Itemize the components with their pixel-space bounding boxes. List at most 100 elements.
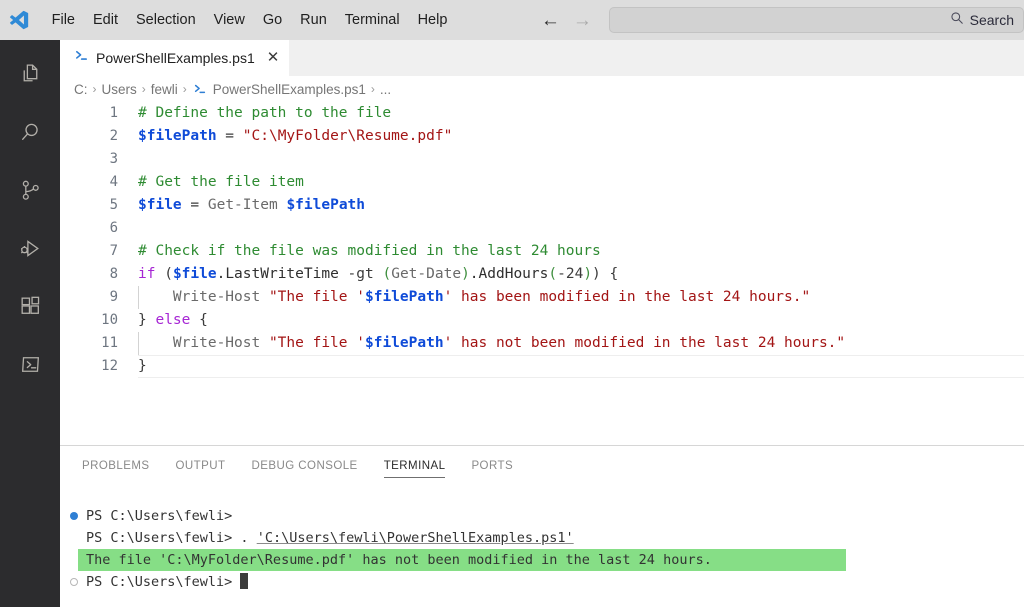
terminal-segment: PS C:\Users\fewli> — [86, 574, 241, 590]
code-token: } — [138, 312, 156, 328]
code-token: = — [216, 128, 243, 144]
menu-item-edit[interactable]: Edit — [84, 6, 127, 34]
menu-item-terminal[interactable]: Terminal — [336, 6, 409, 34]
code-line[interactable]: 12} — [60, 355, 1024, 378]
code-token: # Define the path to the file — [138, 105, 392, 121]
sidebar-item-source-control[interactable] — [0, 164, 60, 222]
search-input[interactable]: Search — [609, 7, 1024, 33]
terminal-line: PS C:\Users\fewli> — [68, 571, 1024, 593]
panel-tab-debug-console[interactable]: DEBUG CONSOLE — [252, 446, 358, 486]
menu-item-go[interactable]: Go — [254, 6, 291, 34]
menu-item-file[interactable]: File — [43, 6, 84, 34]
menu-item-run[interactable]: Run — [291, 6, 336, 34]
editor-tab-label: PowerShellExamples.ps1 — [96, 50, 255, 66]
sidebar-item-run-and-debug[interactable] — [0, 222, 60, 280]
breadcrumb-item-file[interactable]: PowerShellExamples.ps1 — [213, 82, 366, 97]
code-line[interactable]: 3 — [60, 148, 1024, 171]
code-line[interactable]: 2 $filePath = "C:\MyFolder\Resume.pdf" — [60, 125, 1024, 148]
run-debug-icon — [18, 236, 43, 266]
menu-item-help[interactable]: Help — [409, 6, 457, 34]
terminal-text: PS C:\Users\fewli> . 'C:\Users\fewli\Pow… — [86, 527, 574, 549]
terminal-text: PS C:\Users\fewli> — [86, 571, 249, 593]
bottom-panel: PROBLEMS OUTPUT DEBUG CONSOLE TERMINAL PORTS… — [60, 446, 1024, 607]
line-text: } else { — [138, 309, 208, 332]
code-token: $file — [172, 266, 217, 282]
terminal-console-icon — [18, 352, 43, 382]
line-number: 4 — [109, 174, 118, 190]
sidebar-item-explorer[interactable] — [0, 48, 60, 106]
search-label: Search — [969, 12, 1014, 28]
line-number: 12 — [101, 358, 118, 374]
chevron-right-icon: › — [92, 82, 97, 96]
code-token: { — [190, 312, 208, 328]
editor-tab-powershellexamples[interactable]: PowerShellExamples.ps1 ✕ — [60, 40, 290, 76]
line-number: 8 — [109, 266, 118, 282]
search-icon — [18, 120, 43, 150]
code-line[interactable]: 9 Write-Host "The file '$filePath' has b… — [60, 286, 1024, 309]
code-token: "The file ' — [268, 335, 365, 351]
powershell-file-icon — [74, 48, 89, 68]
line-text: # Define the path to the file — [138, 102, 391, 125]
panel-tab-terminal[interactable]: TERMINAL — [383, 446, 446, 486]
source-control-icon — [18, 178, 43, 208]
code-line[interactable]: 11 Write-Host "The file '$filePath' has … — [60, 332, 1024, 355]
code-token: ( — [548, 266, 558, 282]
terminal-line: The file 'C:\MyFolder\Resume.pdf' has no… — [68, 549, 1024, 571]
arrow-left-icon[interactable]: ← — [540, 11, 560, 30]
code-token: ) { — [592, 266, 619, 282]
sidebar-item-powershell[interactable] — [0, 338, 60, 396]
line-text: $file = Get-Item $filePath — [138, 194, 365, 217]
breadcrumb-item-drive[interactable]: C: — [74, 82, 88, 97]
terminal-text: The file 'C:\MyFolder\Resume.pdf' has no… — [86, 549, 712, 571]
close-icon[interactable]: ✕ — [267, 50, 280, 65]
code-token: ' has been modified in the last 24 hours… — [443, 289, 811, 305]
menu-item-selection[interactable]: Selection — [127, 6, 205, 34]
breadcrumb: C: › Users › fewli › PowerShellExamples.… — [60, 76, 1024, 102]
code-line[interactable]: 8 if ($file.LastWriteTime -gt (Get-Date).… — [60, 263, 1024, 286]
search-icon — [950, 11, 964, 30]
code-token: -gt — [347, 266, 374, 282]
panel-tab-ports[interactable]: PORTS — [471, 446, 513, 486]
line-number: 10 — [101, 312, 118, 328]
code-token: $filePath — [286, 197, 366, 213]
command-decoration-filled[interactable] — [70, 512, 78, 520]
panel-tab-problems[interactable]: PROBLEMS — [82, 446, 150, 486]
terminal-path-link[interactable]: 'C:\Users\fewli\PowerShellExamples.ps1' — [257, 530, 574, 546]
sidebar-item-extensions[interactable] — [0, 280, 60, 338]
breadcrumb-item-symbols[interactable]: ... — [380, 82, 391, 97]
code-line[interactable]: 5 $file = Get-Item $filePath — [60, 194, 1024, 217]
code-line[interactable]: 6 — [60, 217, 1024, 240]
code-line[interactable]: 1 # Define the path to the file — [60, 102, 1024, 125]
panel-tab-output[interactable]: OUTPUT — [176, 446, 226, 486]
line-number: 5 — [109, 197, 118, 213]
line-text: if ($file.LastWriteTime -gt (Get-Date).A… — [138, 263, 618, 286]
code-token: .AddHours — [469, 266, 549, 282]
line-number: 11 — [101, 335, 118, 351]
code-line[interactable]: 7 # Check if the file was modified in the… — [60, 240, 1024, 263]
line-number: 3 — [109, 151, 118, 167]
code-line[interactable]: 10 } else { — [60, 309, 1024, 332]
code-line[interactable]: 4 # Get the file item — [60, 171, 1024, 194]
terminal-segment: PS C:\Users\fewli> . — [86, 530, 257, 546]
breadcrumb-item-users[interactable]: Users — [102, 82, 137, 97]
code-token: ( — [155, 266, 173, 282]
breadcrumb-item-fewli[interactable]: fewli — [151, 82, 178, 97]
code-token: Get-Date — [391, 266, 462, 282]
menu-item-view[interactable]: View — [205, 6, 254, 34]
code-token: } — [138, 358, 147, 374]
title-bar: File Edit Selection View Go Run Terminal… — [0, 0, 1024, 40]
chevron-right-icon: › — [182, 82, 187, 96]
code-token: "The file ' — [268, 289, 365, 305]
code-token: # Check if the file was modified in the … — [138, 243, 601, 259]
arrow-right-icon[interactable]: → — [572, 11, 592, 30]
sidebar-item-search[interactable] — [0, 106, 60, 164]
code-token: = — [181, 197, 208, 213]
vscode-logo-icon — [0, 0, 39, 40]
code-editor[interactable]: 1 # Define the path to the file 2 $filePath… — [60, 102, 1024, 445]
code-token: $filePath — [138, 128, 217, 144]
terminal-output[interactable]: PS C:\Users\fewli> PS C:\Users\fewli> . '… — [60, 486, 1024, 593]
command-decoration-hollow[interactable] — [70, 578, 78, 586]
code-token: -24 — [557, 266, 584, 282]
